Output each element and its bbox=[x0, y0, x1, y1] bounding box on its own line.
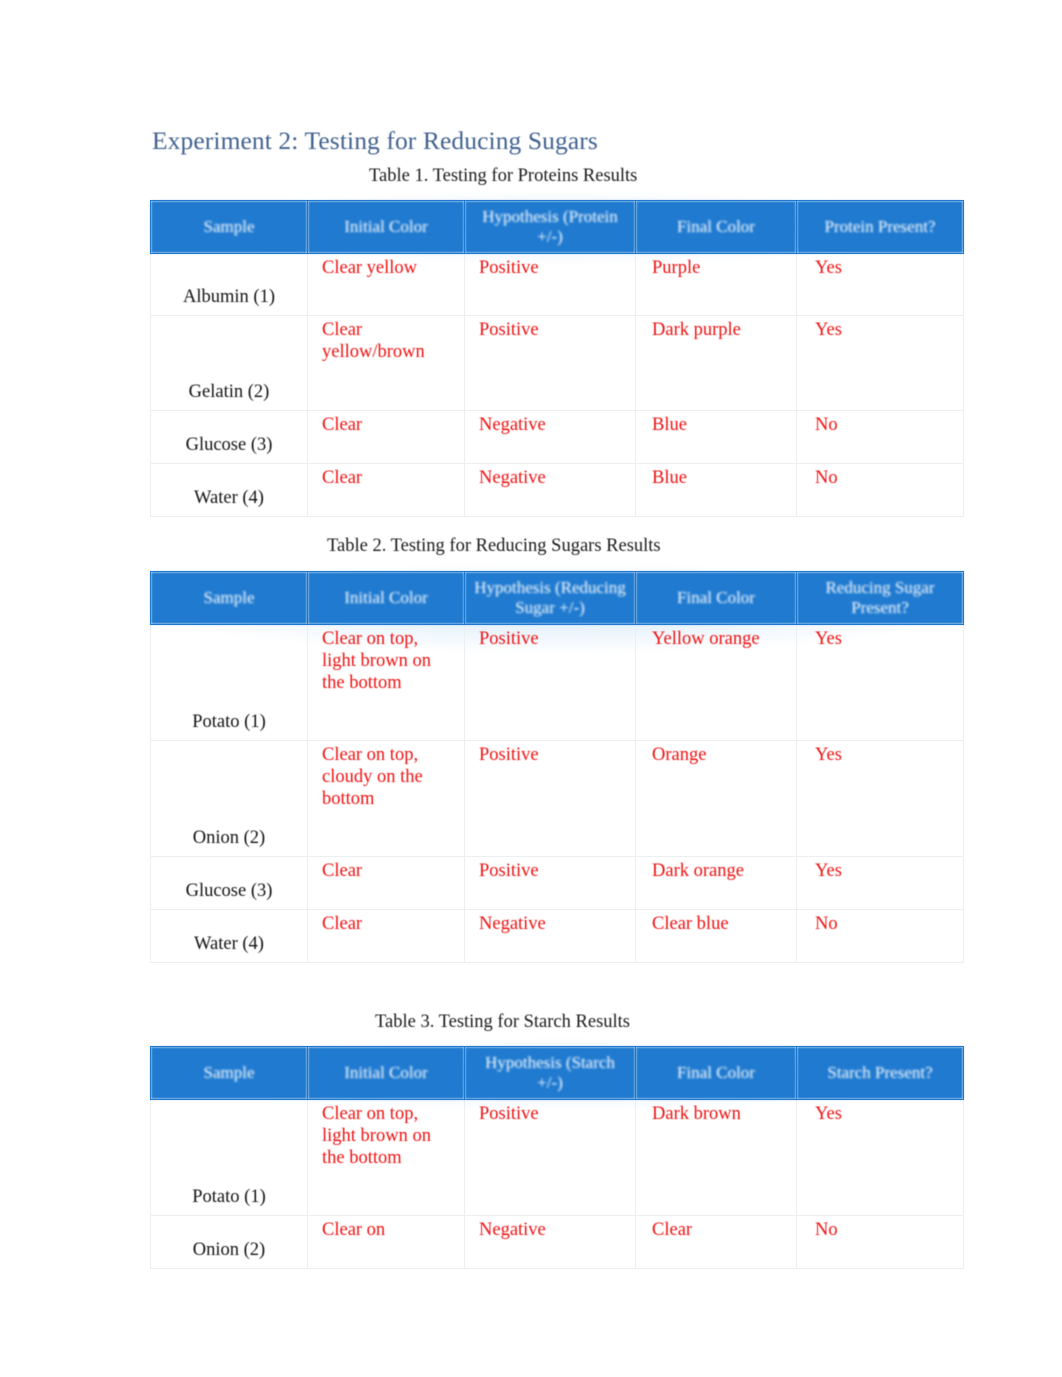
table-1-caption: Table 1. Testing for Proteins Results bbox=[369, 166, 638, 186]
col-header-hypothesis: Hypothesis (Reducing Sugar +/-) bbox=[464, 570, 636, 626]
col-header-final-color: Final Color bbox=[635, 199, 797, 255]
table-starch-results: Sample Initial Color Hypothesis (Starch … bbox=[150, 1045, 964, 1270]
table-2-caption: Table 2. Testing for Reducing Sugars Res… bbox=[327, 536, 661, 556]
cell-sample: Water (4) bbox=[150, 909, 308, 964]
cell-hypothesis: Negative bbox=[464, 463, 636, 518]
table-row: Gelatin (2) Clear yellow/brown Positive … bbox=[150, 315, 964, 412]
document-page: Experiment 2: Testing for Reducing Sugar… bbox=[0, 0, 1062, 1377]
table-header-row: Sample Initial Color Hypothesis (Protein… bbox=[150, 199, 964, 255]
table-row: Albumin (1) Clear yellow Positive Purple… bbox=[150, 253, 964, 317]
col-header-hypothesis: Hypothesis (Starch +/-) bbox=[464, 1045, 636, 1101]
cell-present: No bbox=[796, 1215, 964, 1270]
col-header-initial-color: Initial Color bbox=[307, 1045, 465, 1101]
col-header-present: Protein Present? bbox=[796, 199, 964, 255]
table-row: Water (4) Clear Negative Clear blue No bbox=[150, 909, 964, 964]
table-row: Potato (1) Clear on top, light brown on … bbox=[150, 624, 964, 742]
cell-final-color: Dark brown bbox=[635, 1099, 797, 1217]
col-header-sample: Sample bbox=[150, 570, 308, 626]
table-row: Glucose (3) Clear Negative Blue No bbox=[150, 410, 964, 465]
cell-initial-color: Clear yellow bbox=[307, 253, 465, 317]
cell-hypothesis: Negative bbox=[464, 909, 636, 964]
cell-hypothesis: Positive bbox=[464, 253, 636, 317]
table-row: Glucose (3) Clear Positive Dark orange Y… bbox=[150, 856, 964, 911]
cell-hypothesis: Positive bbox=[464, 624, 636, 742]
cell-hypothesis: Positive bbox=[464, 740, 636, 858]
col-header-final-color: Final Color bbox=[635, 1045, 797, 1101]
cell-sample: Albumin (1) bbox=[150, 253, 308, 317]
cell-initial-color: Clear on bbox=[307, 1215, 465, 1270]
cell-sample: Potato (1) bbox=[150, 1099, 308, 1217]
cell-present: Yes bbox=[796, 624, 964, 742]
cell-hypothesis: Negative bbox=[464, 1215, 636, 1270]
cell-initial-color: Clear bbox=[307, 410, 465, 465]
cell-final-color: Blue bbox=[635, 410, 797, 465]
cell-final-color: Orange bbox=[635, 740, 797, 858]
cell-initial-color: Clear on top, cloudy on the bottom bbox=[307, 740, 465, 858]
col-header-sample: Sample bbox=[150, 1045, 308, 1101]
col-header-present: Reducing Sugar Present? bbox=[796, 570, 964, 626]
cell-sample: Potato (1) bbox=[150, 624, 308, 742]
cell-final-color: Dark purple bbox=[635, 315, 797, 412]
col-header-sample: Sample bbox=[150, 199, 308, 255]
col-header-initial-color: Initial Color bbox=[307, 570, 465, 626]
cell-sample: Onion (2) bbox=[150, 740, 308, 858]
table-row: Potato (1) Clear on top, light brown on … bbox=[150, 1099, 964, 1217]
cell-present: Yes bbox=[796, 856, 964, 911]
cell-sample: Gelatin (2) bbox=[150, 315, 308, 412]
cell-present: Yes bbox=[796, 253, 964, 317]
table-reducing-sugars-results: Sample Initial Color Hypothesis (Reducin… bbox=[150, 570, 964, 964]
col-header-initial-color: Initial Color bbox=[307, 199, 465, 255]
cell-initial-color: Clear bbox=[307, 463, 465, 518]
table-3-caption: Table 3. Testing for Starch Results bbox=[375, 1012, 630, 1032]
table-header-row: Sample Initial Color Hypothesis (Reducin… bbox=[150, 570, 964, 626]
cell-sample: Onion (2) bbox=[150, 1215, 308, 1270]
table-row: Water (4) Clear Negative Blue No bbox=[150, 463, 964, 518]
cell-present: No bbox=[796, 909, 964, 964]
cell-initial-color: Clear bbox=[307, 909, 465, 964]
col-header-final-color: Final Color bbox=[635, 570, 797, 626]
cell-initial-color: Clear on top, light brown on the bottom bbox=[307, 624, 465, 742]
cell-present: Yes bbox=[796, 1099, 964, 1217]
cell-present: No bbox=[796, 463, 964, 518]
cell-present: Yes bbox=[796, 315, 964, 412]
cell-final-color: Purple bbox=[635, 253, 797, 317]
cell-sample: Glucose (3) bbox=[150, 410, 308, 465]
cell-initial-color: Clear on top, light brown on the bottom bbox=[307, 1099, 465, 1217]
cell-final-color: Blue bbox=[635, 463, 797, 518]
col-header-hypothesis: Hypothesis (Protein +/-) bbox=[464, 199, 636, 255]
cell-sample: Glucose (3) bbox=[150, 856, 308, 911]
cell-initial-color: Clear bbox=[307, 856, 465, 911]
cell-final-color: Clear bbox=[635, 1215, 797, 1270]
cell-hypothesis: Positive bbox=[464, 856, 636, 911]
cell-initial-color: Clear yellow/brown bbox=[307, 315, 465, 412]
cell-final-color: Dark orange bbox=[635, 856, 797, 911]
cell-final-color: Clear blue bbox=[635, 909, 797, 964]
cell-hypothesis: Positive bbox=[464, 1099, 636, 1217]
table-row: Onion (2) Clear on Negative Clear No bbox=[150, 1215, 964, 1270]
cell-present: No bbox=[796, 410, 964, 465]
col-header-present: Starch Present? bbox=[796, 1045, 964, 1101]
table-proteins-results: Sample Initial Color Hypothesis (Protein… bbox=[150, 199, 964, 518]
cell-hypothesis: Negative bbox=[464, 410, 636, 465]
table-header-row: Sample Initial Color Hypothesis (Starch … bbox=[150, 1045, 964, 1101]
page-title: Experiment 2: Testing for Reducing Sugar… bbox=[152, 126, 598, 155]
cell-present: Yes bbox=[796, 740, 964, 858]
cell-hypothesis: Positive bbox=[464, 315, 636, 412]
table-row: Onion (2) Clear on top, cloudy on the bo… bbox=[150, 740, 964, 858]
cell-final-color: Yellow orange bbox=[635, 624, 797, 742]
cell-sample: Water (4) bbox=[150, 463, 308, 518]
